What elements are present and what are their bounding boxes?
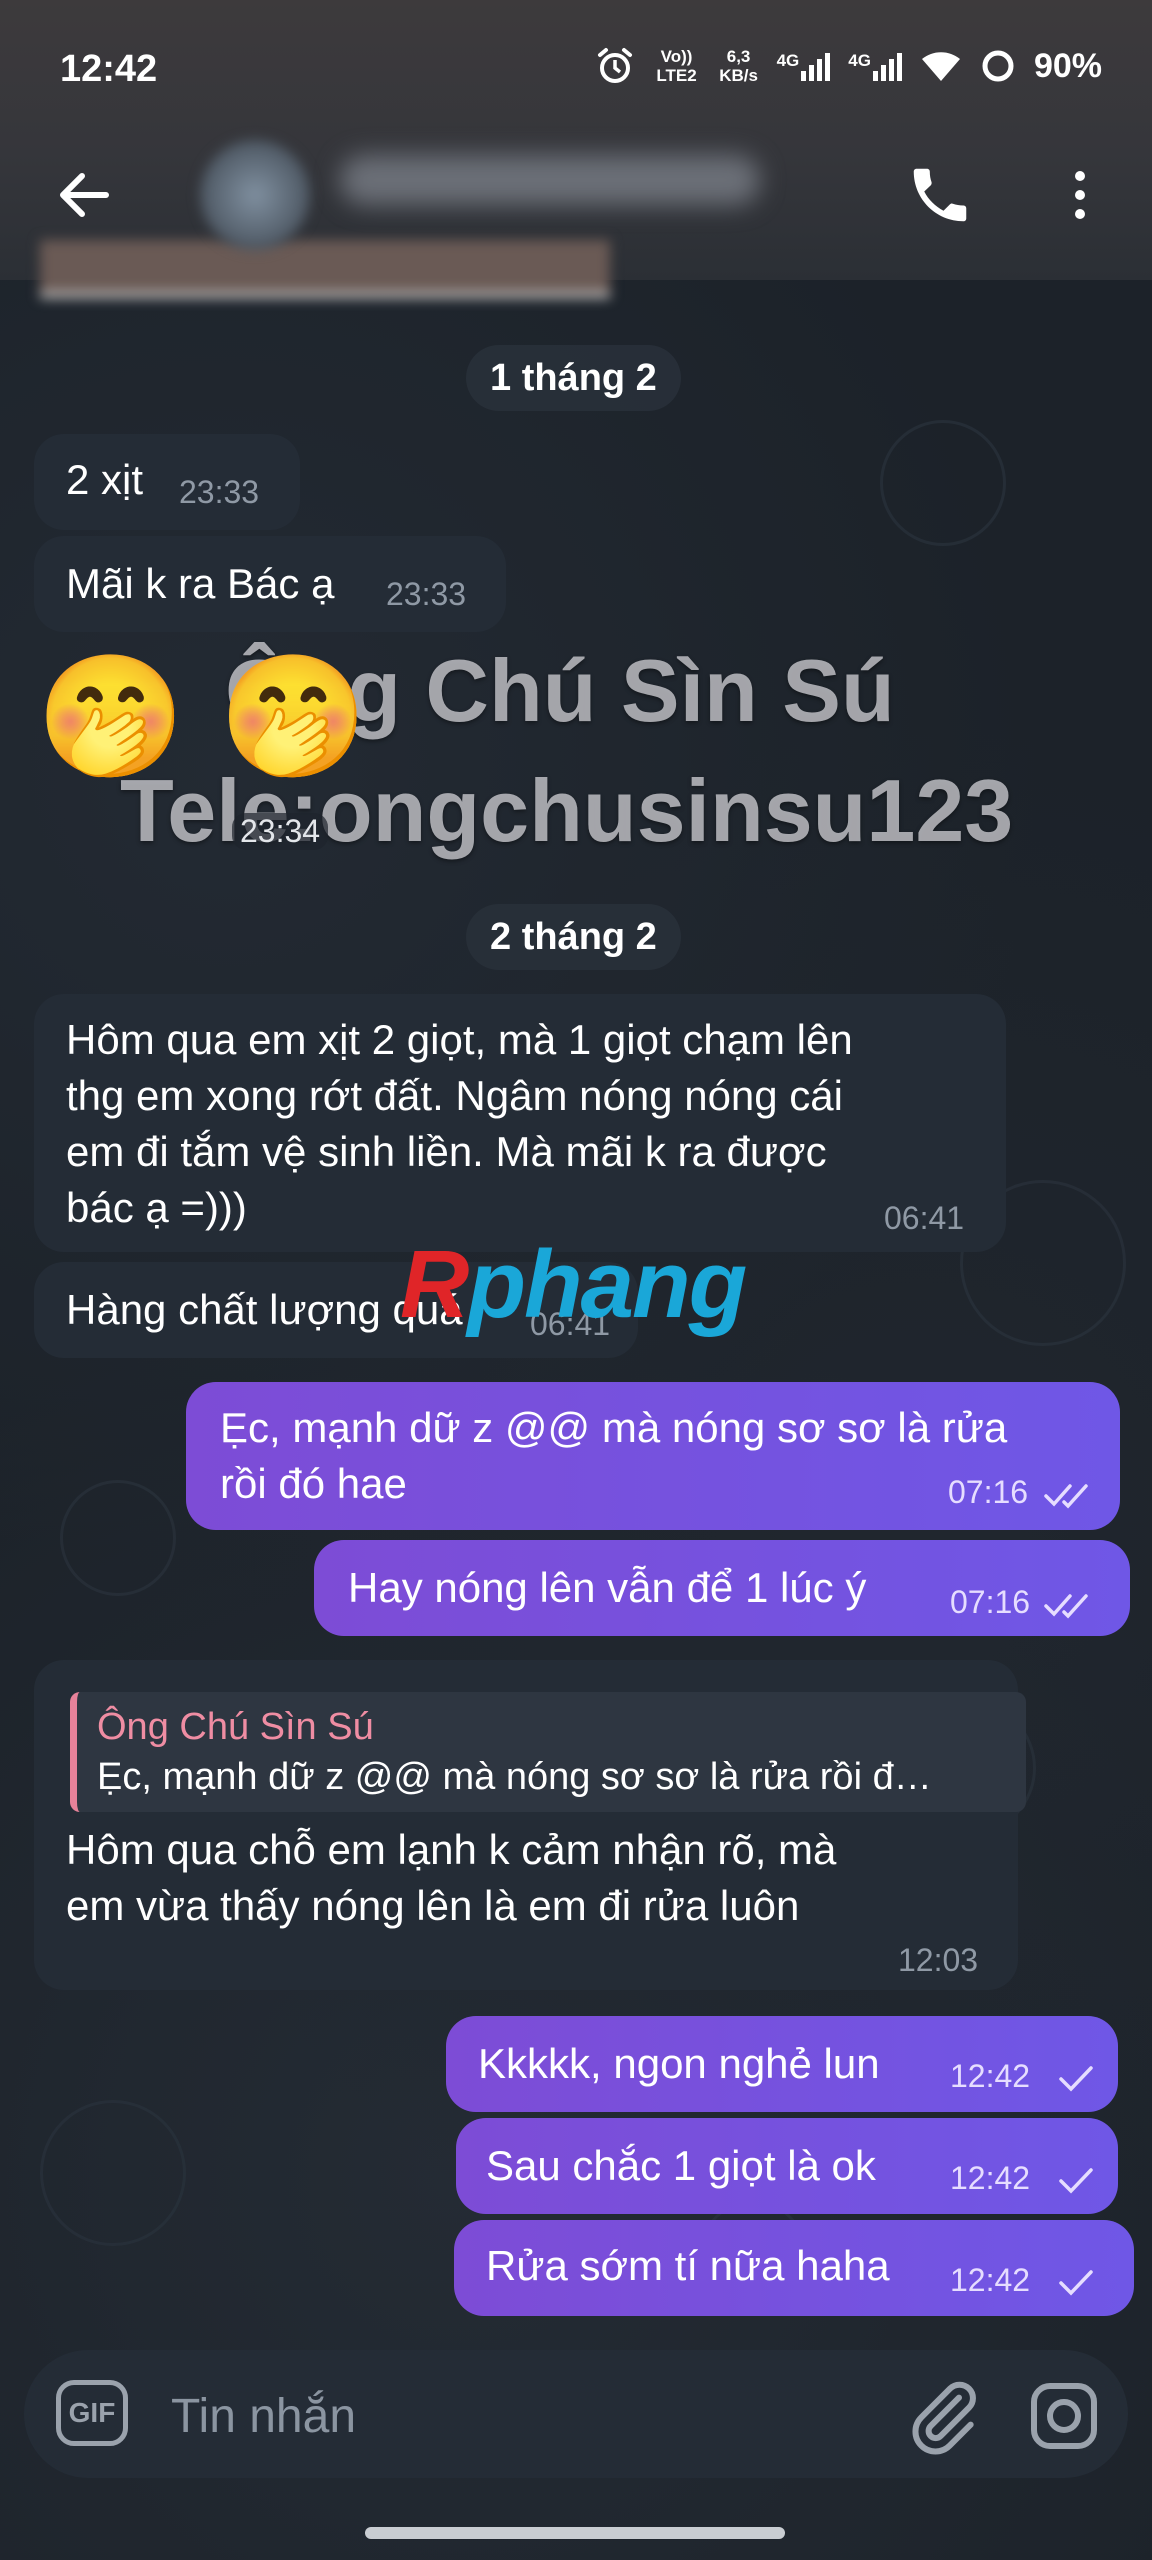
gif-button[interactable]: GIF — [56, 2380, 128, 2446]
camera-button[interactable] — [1024, 2376, 1104, 2456]
message-text: Mãi k ra Bác ạ — [66, 560, 335, 607]
incoming-message[interactable]: Hôm qua em xịt 2 giọt, mà 1 giọt chạm lê… — [34, 994, 1006, 1252]
home-indicator[interactable] — [365, 2527, 785, 2539]
outgoing-message[interactable]: Kkkkk, ngon nghẻ lun 12:42 — [446, 2016, 1118, 2112]
message-input[interactable] — [169, 2380, 873, 2452]
date-separator: 1 tháng 2 — [466, 345, 681, 411]
battery-saver-icon — [982, 50, 1014, 82]
double-check-icon — [1044, 1484, 1088, 1509]
outgoing-message[interactable]: Rửa sớm tí nữa haha 12:42 — [454, 2220, 1134, 2316]
call-button[interactable] — [905, 160, 975, 230]
date-separator: 2 tháng 2 — [466, 904, 681, 970]
status-time: 12:42 — [60, 48, 158, 90]
reply-quote[interactable]: Ông Chú Sìn Sú Ẹc, mạnh dữ z @@ mà nóng … — [70, 1692, 1026, 1812]
reply-preview: Ẹc, mạnh dữ z @@ mà nóng sơ sơ là rửa rồ… — [97, 1756, 932, 1798]
incoming-message[interactable]: Mãi k ra Bác ạ 23:33 — [34, 536, 506, 632]
phone-icon — [913, 168, 967, 222]
back-button[interactable] — [50, 160, 120, 230]
contact-avatar[interactable] — [200, 140, 310, 250]
volte-indicator: Vo)) LTE2 — [656, 47, 697, 85]
emoji-sticker[interactable]: 🤭 🤭 — [36, 652, 368, 782]
message-text: Sau chắc 1 giọt là ok — [486, 2142, 876, 2189]
outgoing-message[interactable]: Ẹc, mạnh dữ z @@ mà nóng sơ sơ là rửa rồ… — [186, 1382, 1120, 1530]
network-type-1: 4G — [776, 51, 800, 70]
network-speed: 6,3 KB/s — [719, 47, 758, 85]
arrow-left-icon — [60, 173, 109, 217]
battery-percent: 90% — [1033, 46, 1102, 85]
status-bar: 12:42 Vo)) LTE2 6,3 KB/s 4G 4G 90% — [0, 0, 1152, 140]
message-text: Ẹc, mạnh dữ z @@ mà nóng sơ sơ là rửa rồ… — [220, 1404, 1008, 1507]
signal-icon — [801, 51, 831, 81]
message-time: 12:42 — [950, 2058, 1031, 2094]
more-vertical-icon — [1075, 171, 1085, 219]
message-time: 23:33 — [386, 576, 467, 612]
reply-author: Ông Chú Sìn Sú — [97, 1706, 374, 1748]
signal-icon — [872, 51, 902, 81]
more-options-button[interactable] — [1050, 160, 1110, 230]
message-composer: GIF — [24, 2350, 1128, 2478]
check-icon — [1059, 2270, 1093, 2296]
outgoing-message[interactable]: Sau chắc 1 giọt là ok 12:42 — [456, 2118, 1118, 2214]
message-time: 12:42 — [950, 2160, 1031, 2196]
double-check-icon — [1044, 1594, 1088, 1619]
contact-name-blurred[interactable] — [340, 155, 760, 205]
incoming-message[interactable]: 2 xịt 23:33 — [34, 434, 300, 530]
network-type-2: 4G — [848, 51, 871, 70]
check-icon — [1059, 2168, 1093, 2194]
attach-button[interactable] — [904, 2376, 984, 2456]
message-time: 12:42 — [950, 2262, 1031, 2298]
incoming-message[interactable]: Ông Chú Sìn Sú Ẹc, mạnh dữ z @@ mà nóng … — [34, 1660, 1026, 1990]
message-text: Hôm qua em xịt 2 giọt, mà 1 giọt chạm lê… — [66, 1016, 853, 1231]
message-time: 06:41 — [884, 1200, 965, 1236]
check-icon — [1059, 2066, 1093, 2092]
paperclip-icon — [912, 2381, 976, 2455]
wifi-icon — [921, 52, 960, 81]
message-time: 23:33 — [179, 474, 260, 510]
message-text: 2 xịt — [66, 456, 144, 503]
message-time: 23:34 — [232, 813, 329, 850]
message-text: Hay nóng lên vẫn để 1 lúc ý — [348, 1564, 867, 1611]
message-time: 07:16 — [950, 1584, 1031, 1620]
message-text: Rửa sớm tí nữa haha — [486, 2242, 890, 2289]
pinned-photo-blurred — [40, 240, 610, 298]
message-time: 07:16 — [948, 1474, 1029, 1510]
outgoing-message[interactable]: Hay nóng lên vẫn để 1 lúc ý 07:16 — [314, 1540, 1130, 1636]
camera-icon — [1031, 2383, 1097, 2449]
brand-logo: Rphang — [400, 1231, 747, 1338]
alarm-icon — [597, 48, 632, 83]
message-time: 12:03 — [898, 1942, 979, 1978]
message-text: Hôm qua chỗ em lạnh k cảm nhận rõ, mà em… — [66, 1826, 837, 1929]
message-text: Kkkkk, ngon nghẻ lun — [478, 2040, 880, 2087]
